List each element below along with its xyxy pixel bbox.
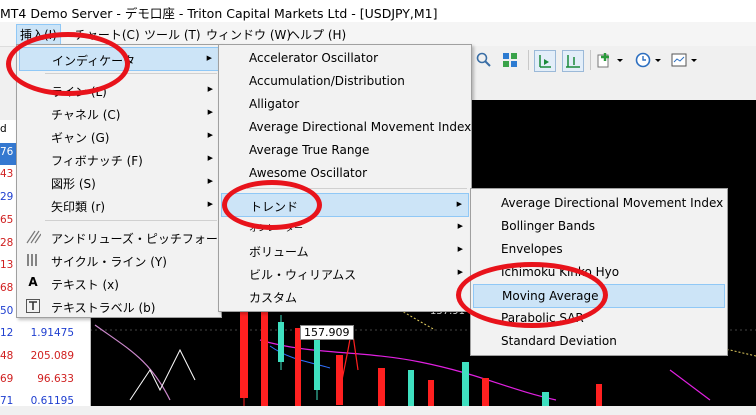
menu-item-channel[interactable]: チャネル (C) ▶ [19,102,219,124]
menu-item-text[interactable]: A テキスト (x) [19,272,219,294]
templates-icon[interactable] [670,50,700,70]
menu-item-gann[interactable]: ギャン (G) ▶ [19,125,219,147]
list-item[interactable]: 12 1.91475 [0,324,90,347]
title-bar: MT4 Demo Server - デモ口座 - Triton Capital … [0,0,756,22]
menu-item-shapes[interactable]: 図形 (S) ▶ [19,171,219,193]
text-label-icon [25,298,41,314]
menu-item-pitchfork[interactable]: アンドリューズ・ピッチフォーク (A) [19,226,251,248]
window-title: MT4 Demo Server - デモ口座 - Triton Capital … [0,6,438,21]
cycle-lines-icon [25,252,41,268]
menu-item-accelerator[interactable]: Accelerator Oscillator [221,47,469,69]
menu-window[interactable]: ウィンドウ (W) [206,26,291,43]
menu-item-atr[interactable]: Average True Range [221,139,469,161]
pitchfork-icon [25,229,42,245]
indicators-add-icon[interactable] [596,50,626,70]
menu-item-alligator[interactable]: Alligator [221,93,469,115]
indicators-submenu: Accelerator Oscillator Accumulation/Dist… [218,44,472,312]
periods-clock-icon[interactable] [634,50,664,70]
menu-item-accumulation[interactable]: Accumulation/Distribution [221,70,469,92]
menu-item-cycle-lines[interactable]: サイクル・ライン (Y) [19,249,219,271]
menu-item-std-dev[interactable]: Standard Deviation [473,330,725,352]
price-label: 157.909 [300,325,354,340]
menu-item-fibonacci[interactable]: フィボナッチ (F) ▶ [19,148,219,170]
chart-shift-icon[interactable] [534,50,556,72]
list-item[interactable]: 69 96.633 [0,370,90,393]
menu-tools[interactable]: ツール (T) [144,26,201,43]
text-icon: A [28,275,38,289]
auto-scroll-icon[interactable] [562,50,584,72]
menu-item-custom[interactable]: カスタム [221,285,469,307]
annotation-circle [222,180,322,230]
menu-item-arrows[interactable]: 矢印類 (r) ▶ [19,194,219,216]
menu-item-admi[interactable]: Average Directional Movement Index [221,116,471,138]
menu-item-envelopes[interactable]: Envelopes [473,238,725,260]
menu-item-text-label[interactable]: テキストラベル (b) [19,295,219,317]
list-item[interactable]: 48 205.089 [0,347,90,370]
menu-item-trend-admi[interactable]: Average Directional Movement Index [473,192,725,214]
annotation-circle [6,32,130,96]
annotation-circle [456,262,608,328]
menu-item-volume[interactable]: ボリューム ▶ [221,239,469,261]
list-item[interactable]: 71 0.61195 [0,392,90,415]
menu-help[interactable]: ヘルプ (H) [288,26,346,43]
menu-item-bollinger[interactable]: Bollinger Bands [473,215,725,237]
toolbar [470,46,756,74]
menu-item-bill-williams[interactable]: ビル・ウィリアムス ▶ [221,262,469,284]
tile-windows-icon[interactable] [500,50,520,70]
zoom-icon[interactable] [474,50,494,70]
